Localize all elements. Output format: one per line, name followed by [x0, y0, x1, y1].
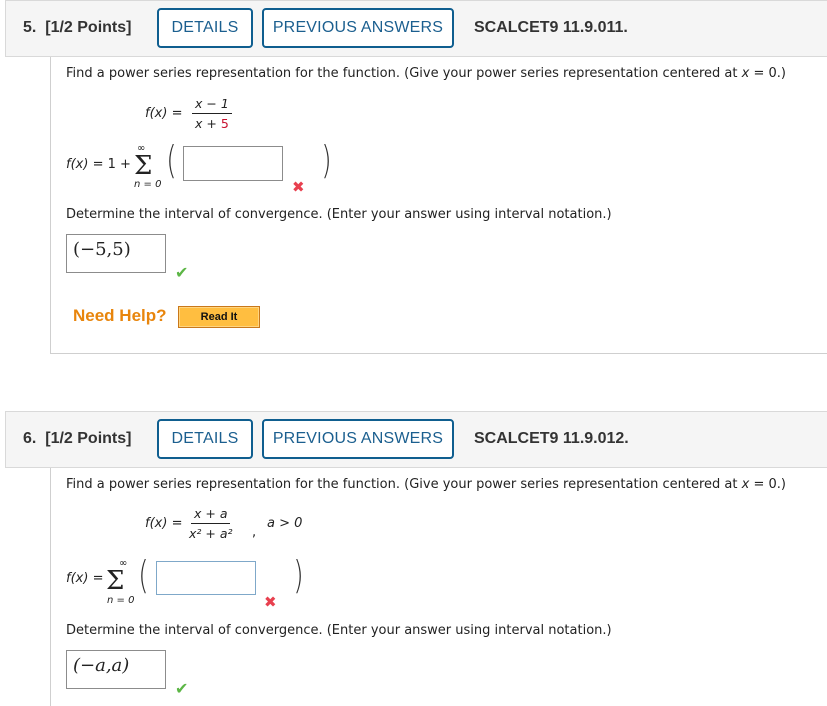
function-fraction: x − 1 x + 5 — [192, 96, 232, 131]
correct-icon: ✔ — [175, 263, 189, 282]
fraction-comma: , — [252, 525, 257, 540]
incorrect-icon: ✖ — [292, 178, 305, 196]
question-reference: SCALCET9 11.9.012. — [474, 430, 629, 447]
right-paren: ) — [293, 553, 304, 597]
sigma-icon: Σ — [134, 151, 153, 181]
series-term-input[interactable] — [183, 146, 283, 181]
function-fraction: x + a x² + a² — [186, 506, 236, 541]
question-reference: SCALCET9 11.9.011. — [474, 19, 628, 36]
series-label: f(x) = 1 + — [66, 157, 131, 172]
sum-lower-limit: n = 0 — [107, 595, 135, 606]
fraction-denominator: x² + a² — [189, 526, 233, 541]
question-body: Find a power series representation for t… — [50, 468, 827, 706]
question-header: 5. [1/2 Points] DETAILS PREVIOUS ANSWERS… — [5, 0, 827, 57]
question-prompt: Find a power series representation for t… — [66, 66, 786, 81]
function-label: f(x) = — [145, 516, 183, 531]
details-button[interactable]: DETAILS — [157, 419, 253, 459]
left-paren: ( — [138, 553, 149, 597]
series-term-input[interactable] — [156, 561, 256, 595]
fraction-numerator: x + a — [191, 506, 231, 524]
question-body: Find a power series representation for t… — [50, 57, 827, 354]
sigma-icon: Σ — [106, 566, 125, 596]
need-help-label: Need Help? — [73, 306, 167, 325]
question-number-points: 5. [1/2 Points] — [23, 19, 132, 36]
interval-answer-input[interactable]: (−a,a) — [66, 650, 166, 689]
function-condition: a > 0 — [267, 516, 303, 531]
question-header: 6. [1/2 Points] DETAILS PREVIOUS ANSWERS… — [5, 411, 827, 468]
left-paren: ( — [166, 138, 177, 182]
sum-lower-limit: n = 0 — [134, 179, 162, 190]
incorrect-icon: ✖ — [264, 593, 277, 611]
previous-answers-button[interactable]: PREVIOUS ANSWERS — [262, 419, 454, 459]
interval-answer-input[interactable]: (−5,5) — [66, 234, 166, 273]
correct-icon: ✔ — [175, 679, 189, 698]
function-label: f(x) = — [145, 106, 183, 121]
question-prompt: Find a power series representation for t… — [66, 477, 786, 492]
fraction-numerator: x − 1 — [192, 96, 232, 114]
series-label: f(x) = — [66, 571, 104, 586]
read-it-button[interactable]: Read It — [178, 306, 260, 328]
previous-answers-button[interactable]: PREVIOUS ANSWERS — [262, 8, 454, 48]
interval-prompt: Determine the interval of convergence. (… — [66, 207, 612, 222]
right-paren: ) — [321, 138, 332, 182]
fraction-denominator: x + 5 — [195, 116, 229, 131]
question-number-points: 6. [1/2 Points] — [23, 430, 132, 447]
interval-prompt: Determine the interval of convergence. (… — [66, 623, 612, 638]
details-button[interactable]: DETAILS — [157, 8, 253, 48]
